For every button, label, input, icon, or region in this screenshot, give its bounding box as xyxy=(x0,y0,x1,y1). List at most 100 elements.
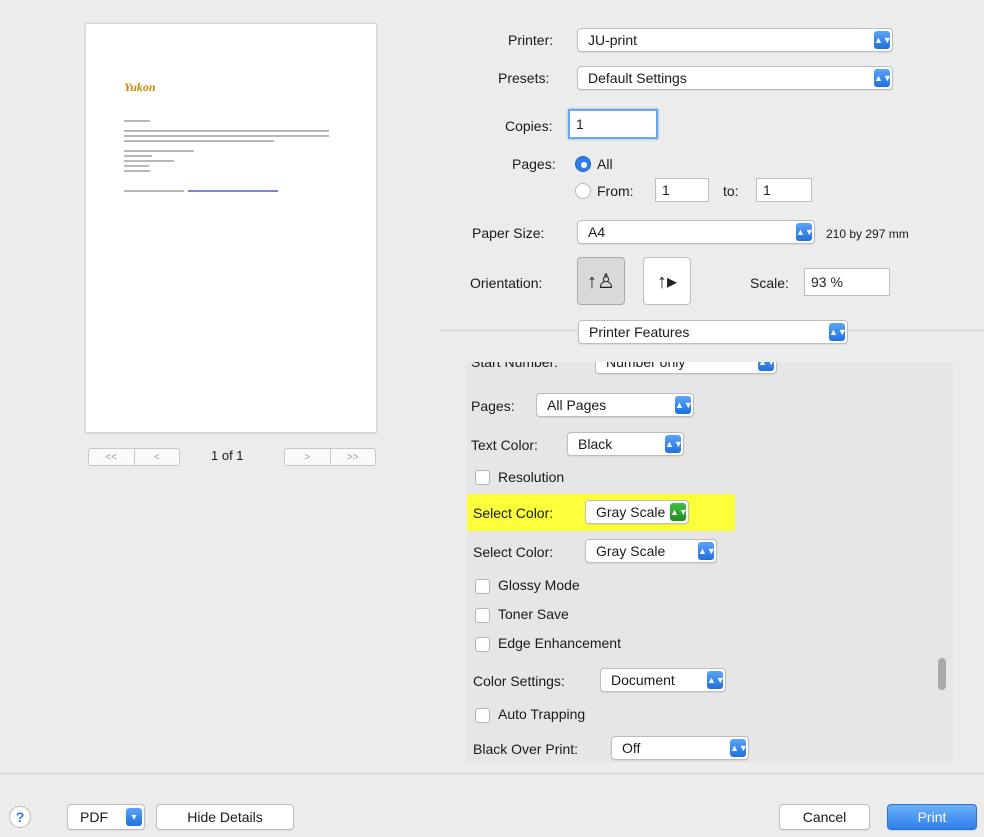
auto-trapping-label: Auto Trapping xyxy=(498,706,586,722)
printer-select[interactable]: JU-print ▲▼ xyxy=(577,28,893,52)
color-settings-value: Document xyxy=(611,672,675,688)
pages-to-field[interactable]: 1 xyxy=(756,178,812,202)
print-button[interactable]: Print xyxy=(887,804,977,830)
doc-text-line xyxy=(124,120,150,122)
select-color-1-value: Gray Scale xyxy=(596,504,666,520)
paper-size-label: Paper Size: xyxy=(472,225,545,241)
landscape-orientation-icon: ↑▸ xyxy=(656,270,678,293)
edge-enhancement-checkbox[interactable] xyxy=(475,637,490,652)
footer-divider xyxy=(0,773,984,774)
updown-arrow-icon: ▲▼ xyxy=(730,739,748,757)
cancel-button[interactable]: Cancel xyxy=(779,804,870,830)
preview-back-buttons[interactable]: << < xyxy=(88,448,180,466)
select-color-1-label: Select Color: xyxy=(473,505,554,521)
select-color-2-label: Select Color: xyxy=(473,544,554,560)
next-page-button[interactable]: > xyxy=(285,449,330,465)
updown-arrow-icon: ▲▼ xyxy=(796,223,814,241)
text-color-select[interactable]: Black ▲▼ xyxy=(567,432,684,456)
doc-text-line xyxy=(124,190,184,192)
portrait-orientation-button[interactable]: ↑♙ xyxy=(577,257,625,305)
updown-arrow-icon: ▲▼ xyxy=(675,396,693,414)
doc-text-line xyxy=(124,150,194,152)
select-color-2-value: Gray Scale xyxy=(596,543,666,559)
printer-label: Printer: xyxy=(508,32,554,48)
page-indicator: 1 of 1 xyxy=(211,448,244,463)
doc-text-line xyxy=(124,170,150,172)
start-number-value: Number only xyxy=(606,362,686,370)
pdf-menu-button[interactable]: PDF ▾ xyxy=(67,804,145,830)
chevron-down-icon: ▾ xyxy=(126,808,142,826)
printer-features-pane[interactable]: Start Number: Number only ▲▼ Pages: All … xyxy=(467,362,953,762)
scale-label: Scale: xyxy=(750,275,789,291)
start-number-label: Start Number: xyxy=(471,362,559,370)
color-settings-label: Color Settings: xyxy=(473,673,565,689)
edge-enhancement-label: Edge Enhancement xyxy=(498,635,621,651)
print-preview-page: Yukon xyxy=(86,24,376,432)
doc-text-line xyxy=(124,165,149,167)
updown-arrow-icon: ▲▼ xyxy=(670,503,688,521)
presets-label: Presets: xyxy=(498,70,550,86)
pages-label: Pages: xyxy=(512,156,556,172)
paper-size-select[interactable]: A4 ▲▼ xyxy=(577,220,815,244)
doc-text-line xyxy=(124,130,329,132)
scale-field[interactable]: 93 % xyxy=(804,268,890,296)
features-pages-value: All Pages xyxy=(547,397,607,413)
features-pages-select[interactable]: All Pages ▲▼ xyxy=(536,393,694,417)
paper-size-value: A4 xyxy=(588,224,606,240)
copies-field[interactable]: 1 xyxy=(568,109,658,139)
toner-save-checkbox[interactable] xyxy=(475,608,490,623)
updown-arrow-icon: ▲▼ xyxy=(874,31,892,49)
portrait-orientation-icon: ↑♙ xyxy=(587,270,615,293)
start-number-select[interactable]: Number only ▲▼ xyxy=(595,362,777,374)
pages-from-field[interactable]: 1 xyxy=(655,178,709,202)
presets-value: Default Settings xyxy=(588,70,687,86)
last-page-button[interactable]: >> xyxy=(329,449,376,465)
first-page-button[interactable]: << xyxy=(89,449,134,465)
paper-dimensions: 210 by 297 mm xyxy=(826,227,909,241)
section-select[interactable]: Printer Features ▲▼ xyxy=(578,320,848,344)
section-value: Printer Features xyxy=(589,324,690,340)
color-settings-select[interactable]: Document ▲▼ xyxy=(600,668,726,692)
black-over-print-value: Off xyxy=(622,740,641,756)
updown-arrow-icon: ▲▼ xyxy=(665,435,683,453)
updown-arrow-icon: ▲▼ xyxy=(829,323,847,341)
glossy-mode-checkbox[interactable] xyxy=(475,579,490,594)
features-pages-label: Pages: xyxy=(471,398,515,414)
preview-forward-buttons[interactable]: > >> xyxy=(284,448,376,466)
features-scrollbar-thumb[interactable] xyxy=(938,658,946,690)
pages-all-label: All xyxy=(597,156,613,172)
updown-arrow-icon: ▲▼ xyxy=(758,362,776,371)
pages-all-radio[interactable] xyxy=(575,156,591,172)
toner-save-label: Toner Save xyxy=(498,606,569,622)
pages-from-label: From: xyxy=(597,183,634,199)
updown-arrow-icon: ▲▼ xyxy=(874,69,892,87)
printer-value: JU-print xyxy=(588,32,638,48)
auto-trapping-checkbox[interactable] xyxy=(475,708,490,723)
updown-arrow-icon: ▲▼ xyxy=(698,542,716,560)
hide-details-button[interactable]: Hide Details xyxy=(156,804,294,830)
updown-arrow-icon: ▲▼ xyxy=(707,671,725,689)
doc-text-line xyxy=(124,160,174,162)
orientation-label: Orientation: xyxy=(470,275,543,291)
help-button[interactable]: ? xyxy=(9,806,31,828)
landscape-orientation-button[interactable]: ↑▸ xyxy=(643,257,691,305)
doc-text-line xyxy=(124,135,329,137)
text-color-value: Black xyxy=(578,436,613,452)
glossy-mode-label: Glossy Mode xyxy=(498,577,580,593)
pages-to-label: to: xyxy=(723,183,739,199)
yukon-logo: Yukon xyxy=(124,80,156,94)
doc-link-line xyxy=(188,190,278,192)
select-color-1-select[interactable]: Gray Scale ▲▼ xyxy=(585,500,689,524)
doc-text-line xyxy=(124,155,152,157)
doc-text-line xyxy=(124,140,274,142)
black-over-print-label: Black Over Print: xyxy=(473,741,579,757)
copies-label: Copies: xyxy=(505,118,553,134)
pages-from-radio[interactable] xyxy=(575,183,591,199)
resolution-checkbox[interactable] xyxy=(475,470,490,485)
previous-page-button[interactable]: < xyxy=(133,449,180,465)
text-color-label: Text Color: xyxy=(471,437,538,453)
presets-select[interactable]: Default Settings ▲▼ xyxy=(577,66,893,90)
pdf-label: PDF xyxy=(80,809,108,825)
select-color-2-select[interactable]: Gray Scale ▲▼ xyxy=(585,539,717,563)
black-over-print-select[interactable]: Off ▲▼ xyxy=(611,736,749,760)
